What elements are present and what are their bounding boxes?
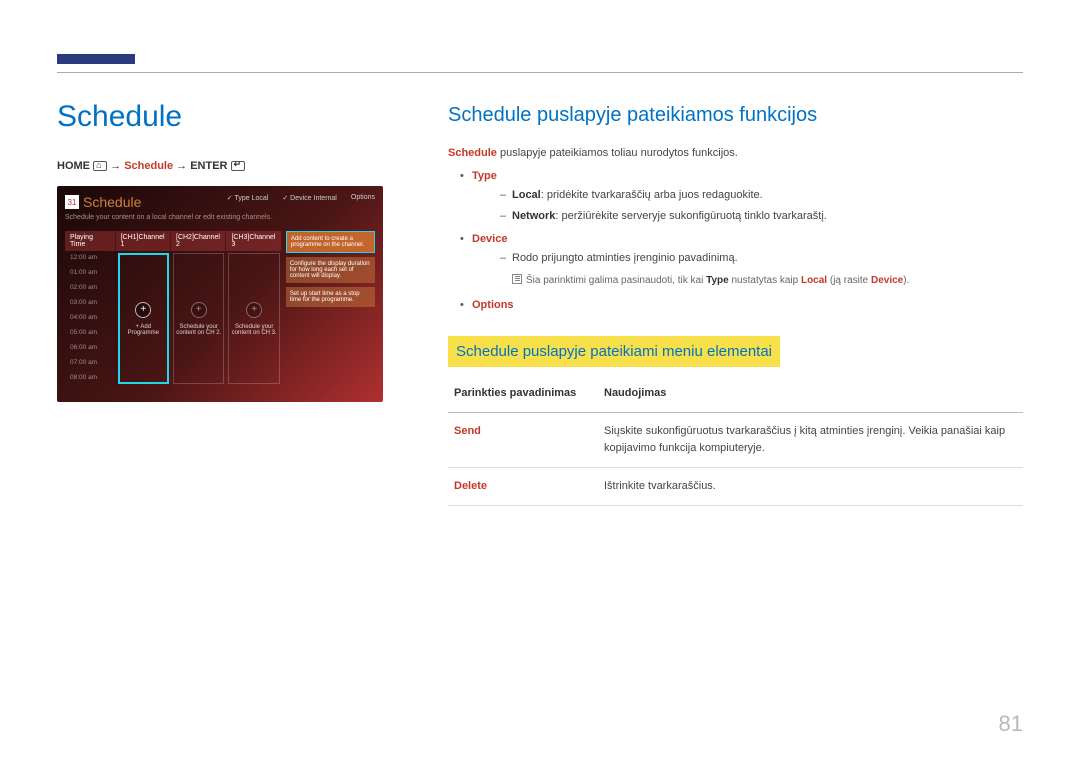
plus-icon: + xyxy=(246,302,262,318)
mock-info-column: Add content to create a programme on the… xyxy=(286,231,375,386)
option-delete: Delete xyxy=(454,480,487,492)
feature-type-local: Local: pridėkite tvarkaraščių arba juos … xyxy=(472,187,1023,204)
mock-time-column: Playing Time 12:00 am 01:00 am 02:00 am … xyxy=(65,231,116,386)
mock-ch3-label: Schedule your content on CH 3. xyxy=(229,324,278,336)
header-accent-bar xyxy=(57,54,135,64)
plus-icon: + xyxy=(191,302,207,318)
options-table: Parinkties pavadinimas Naudojimas Send S… xyxy=(448,375,1023,506)
breadcrumb: HOME → Schedule → ENTER xyxy=(57,160,387,172)
table-row: Delete Ištrinkite tvarkaraščius. xyxy=(448,468,1023,506)
enter-icon xyxy=(231,161,245,171)
mock-playing-time-hdr: Playing Time xyxy=(65,231,116,251)
mock-ch1-hdr: [CH1]Channel 1 xyxy=(116,231,171,251)
breadcrumb-enter: ENTER xyxy=(190,160,227,172)
feature-type: Type Local: pridėkite tvarkaraščių arba … xyxy=(448,168,1023,225)
mock-ch2-hdr: [CH2]Channel 2 xyxy=(171,231,226,251)
table-header-option-name: Parinkties pavadinimas xyxy=(448,375,598,413)
mock-time-cell: 03:00 am xyxy=(65,296,116,311)
table-header-usage: Naudojimas xyxy=(598,375,1023,413)
feature-type-network: Network: peržiūrėkite serveryje sukonfig… xyxy=(472,208,1023,225)
mock-title: Schedule xyxy=(83,194,141,210)
mock-time-cell: 12:00 am xyxy=(65,251,116,266)
page-number: 81 xyxy=(999,711,1023,737)
mock-ch1-body: + + Add Programme xyxy=(118,253,169,384)
mock-ch3-body: + Schedule your content on CH 3. xyxy=(228,253,279,384)
mock-ch1-label: + Add Programme xyxy=(120,324,167,336)
mock-channel-column-3: [CH3]Channel 3 + Schedule your content o… xyxy=(226,231,281,386)
home-icon xyxy=(93,161,107,171)
mock-time-cell: 04:00 am xyxy=(65,311,116,326)
note-icon xyxy=(512,274,522,284)
mock-time-cell: 08:00 am xyxy=(65,371,116,386)
table-row: Send Siųskite sukonfigūruotus tvarkarašč… xyxy=(448,413,1023,468)
mock-body: Playing Time 12:00 am 01:00 am 02:00 am … xyxy=(65,231,375,386)
left-column: Schedule HOME → Schedule → ENTER 31 Sche… xyxy=(57,100,387,402)
mock-time-cell: 07:00 am xyxy=(65,356,116,371)
right-column: Schedule puslapyje pateikiamos funkcijos… xyxy=(448,100,1023,506)
mock-ch2-label: Schedule your content on CH 2. xyxy=(174,324,223,336)
mock-time-cell: 05:00 am xyxy=(65,326,116,341)
mock-time-cell: 01:00 am xyxy=(65,266,116,281)
mock-device-control: ✓ Device Internal xyxy=(282,194,337,202)
feature-device-desc: Rodo prijungto atminties įrenginio pavad… xyxy=(472,250,1023,267)
mock-top-controls: ✓ Type Local ✓ Device Internal Options xyxy=(227,194,375,202)
mock-ch3-hdr: [CH3]Channel 3 xyxy=(226,231,281,251)
mock-time-cell: 02:00 am xyxy=(65,281,116,296)
page-title: Schedule xyxy=(57,100,387,134)
section-heading-features: Schedule puslapyje pateikiamos funkcijos xyxy=(448,100,1023,131)
header-rule xyxy=(57,72,1023,73)
mock-info-box: Add content to create a programme on the… xyxy=(286,231,375,253)
section-heading-menu-items: Schedule puslapyje pateikiami meniu elem… xyxy=(448,336,780,367)
feature-list: Type Local: pridėkite tvarkaraščių arba … xyxy=(448,168,1023,314)
calendar-icon: 31 xyxy=(65,195,79,209)
mock-type-control: ✓ Type Local xyxy=(227,194,269,202)
feature-device-note: Šia parinktimi galima pasinaudoti, tik k… xyxy=(472,273,1023,289)
mock-info-box: Configure the display duration for how l… xyxy=(286,257,375,283)
option-send: Send xyxy=(454,425,481,437)
plus-icon: + xyxy=(135,302,151,318)
mock-channel-column-1: [CH1]Channel 1 + + Add Programme xyxy=(116,231,171,386)
option-send-desc: Siųskite sukonfigūruotus tvarkaraščius į… xyxy=(598,413,1023,468)
schedule-app-screenshot: 31 Schedule ✓ Type Local ✓ Device Intern… xyxy=(57,186,383,402)
mock-info-box: Set up start time as a stop time for the… xyxy=(286,287,375,307)
mock-subtitle: Schedule your content on a local channel… xyxy=(65,214,375,221)
mock-options-control: Options xyxy=(351,194,375,202)
feature-options: Options xyxy=(448,297,1023,314)
breadcrumb-schedule: Schedule xyxy=(124,160,173,172)
breadcrumb-home: HOME xyxy=(57,160,90,172)
option-delete-desc: Ištrinkite tvarkaraščius. xyxy=(598,468,1023,506)
feature-device: Device Rodo prijungto atminties įrengini… xyxy=(448,231,1023,289)
intro-paragraph: Schedule puslapyje pateikiamos toliau nu… xyxy=(448,145,1023,162)
mock-time-cell: 06:00 am xyxy=(65,341,116,356)
mock-ch2-body: + Schedule your content on CH 2. xyxy=(173,253,224,384)
mock-channel-column-2: [CH2]Channel 2 + Schedule your content o… xyxy=(171,231,226,386)
